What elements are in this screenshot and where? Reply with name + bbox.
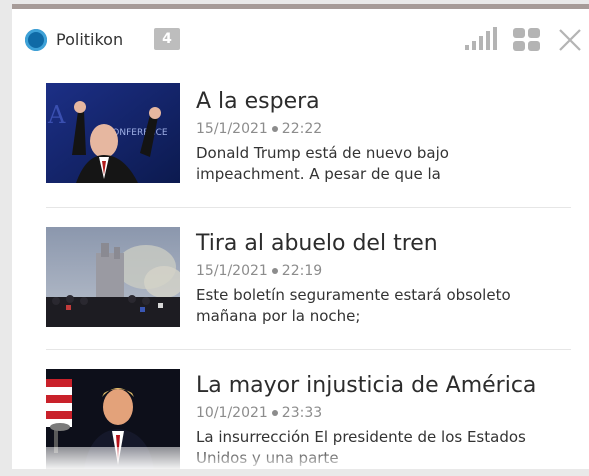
- item-thumbnail[interactable]: [46, 227, 180, 327]
- item-title[interactable]: Tira al abuelo del tren: [196, 231, 438, 256]
- list-item[interactable]: CONFERENCE A A la espera 15/1/2021 22:22 …: [12, 67, 589, 208]
- item-excerpt: Donald Trump está de nuevo bajo impeachm…: [196, 144, 449, 183]
- capitol-crowd-photo-icon: [46, 227, 180, 327]
- brand-name[interactable]: Politikon: [56, 29, 123, 51]
- grid-icon[interactable]: [512, 27, 542, 53]
- item-thumbnail[interactable]: CONFERENCE A: [46, 83, 180, 183]
- item-date: 10/1/2021: [196, 405, 268, 421]
- politikon-logo-icon: [25, 29, 47, 51]
- item-excerpt: Este boletín seguramente estará obsoleto…: [196, 286, 511, 325]
- politician-photo-icon: CONFERENCE A: [46, 83, 180, 183]
- item-meta: 15/1/2021 22:22: [196, 121, 322, 137]
- item-time: 22:22: [281, 121, 323, 137]
- separator-dot-icon: [271, 268, 278, 274]
- divider: [46, 349, 571, 350]
- stats-icon[interactable]: [464, 27, 498, 51]
- item-date: 15/1/2021: [196, 263, 268, 279]
- page-background-strip: [0, 469, 589, 476]
- widget-header: Politikon 4: [12, 9, 589, 67]
- divider: [46, 207, 571, 208]
- item-meta: 15/1/2021 22:19: [196, 263, 322, 279]
- separator-dot-icon: [271, 126, 278, 132]
- item-title[interactable]: La mayor injusticia de América: [196, 373, 536, 398]
- unread-count-badge: 4: [154, 28, 180, 50]
- item-time: 23:33: [281, 405, 323, 421]
- svg-text:A: A: [47, 101, 66, 129]
- newsletter-widget: Politikon 4 CONFERENCE A A la espera 15/…: [12, 4, 589, 476]
- item-meta: 10/1/2021 23:33: [196, 405, 322, 421]
- list-item[interactable]: Tira al abuelo del tren 15/1/2021 22:19 E…: [12, 209, 589, 350]
- separator-dot-icon: [271, 410, 278, 416]
- item-title[interactable]: A la espera: [196, 89, 320, 114]
- item-time: 22:19: [281, 263, 323, 279]
- close-icon[interactable]: [557, 27, 583, 53]
- item-date: 15/1/2021: [196, 121, 268, 137]
